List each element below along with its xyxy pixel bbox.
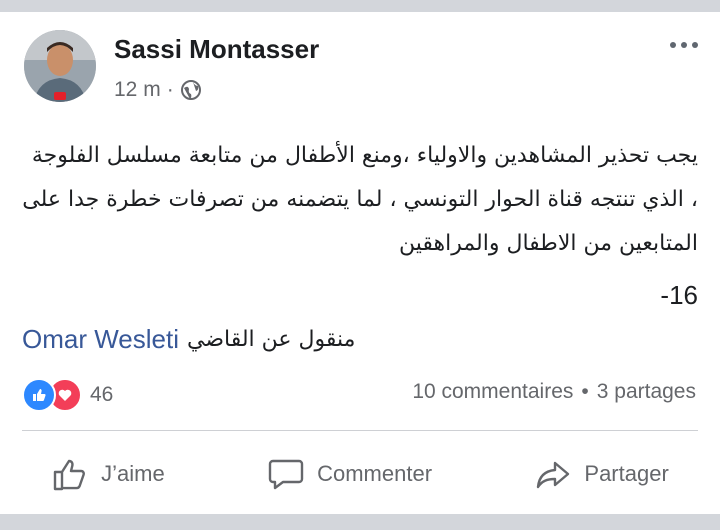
post-age-line: -16 xyxy=(660,280,698,310)
comment-bubble-icon xyxy=(268,459,304,490)
comment-button[interactable]: Commenter xyxy=(267,455,432,493)
citation-link[interactable]: Omar Wesleti xyxy=(22,324,179,355)
heart-icon xyxy=(58,389,72,401)
stats-dot: • xyxy=(581,380,589,403)
thumbs-up-icon xyxy=(33,389,46,401)
post-meta: 12 m · xyxy=(114,78,202,102)
thumbs-up-icon xyxy=(53,459,86,491)
shares-count[interactable]: 3 partages xyxy=(597,380,696,404)
author-name[interactable]: Sassi Montasser xyxy=(114,34,319,65)
comments-count[interactable]: 10 commentaires xyxy=(412,380,573,404)
more-dot-icon xyxy=(670,42,676,48)
comment-label: Commenter xyxy=(317,461,433,486)
avatar-photo xyxy=(24,30,96,102)
like-reaction-icon xyxy=(22,378,56,412)
meta-separator: · xyxy=(166,78,174,101)
more-dot-icon xyxy=(692,42,698,48)
more-options-button[interactable] xyxy=(670,42,698,48)
actions-divider xyxy=(22,430,698,431)
like-label: J’aime xyxy=(101,461,165,486)
post-time[interactable]: 12 m xyxy=(114,78,161,102)
post-card: Sassi Montasser 12 m · يجب تحذير المشاهد… xyxy=(0,12,720,514)
post-body: يجب تحذير المشاهدين والاولياء ،ومنع الأط… xyxy=(22,143,698,256)
engagement-stats: 10 commentaires • 3 partages xyxy=(412,380,696,404)
citation-text: منقول عن القاضي xyxy=(187,327,356,352)
share-arrow-icon xyxy=(537,461,570,489)
reaction-count: 46 xyxy=(90,383,114,406)
author-avatar[interactable] xyxy=(24,30,96,102)
reactions-summary[interactable]: 46 xyxy=(22,378,113,412)
post-citation: Omar Wesleti منقول عن القاضي xyxy=(22,324,355,355)
post-actions-bar: J’aime Commenter Partager xyxy=(0,442,720,506)
share-button[interactable]: Partager xyxy=(534,455,669,493)
globe-icon xyxy=(180,80,201,100)
more-dot-icon xyxy=(681,42,687,48)
like-button[interactable]: J’aime xyxy=(51,455,165,493)
share-label: Partager xyxy=(584,461,669,486)
